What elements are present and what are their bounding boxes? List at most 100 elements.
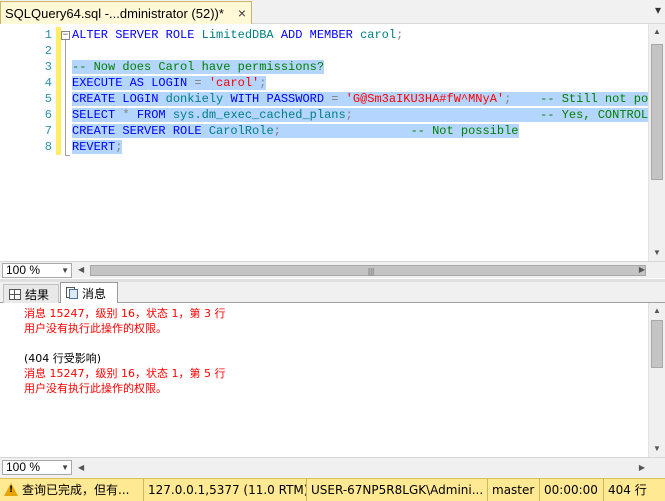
change-tracking-bar: [56, 27, 61, 155]
code-token: -- Still not poss: [540, 92, 663, 106]
outline-line: [65, 40, 66, 156]
error-message-line: 用户没有执行此操作的权限。: [24, 382, 167, 395]
collapse-icon[interactable]: −: [61, 31, 70, 40]
line-number: 8: [44, 140, 52, 154]
server-info: 127.0.0.1,5377 (11.0 RTM): [143, 479, 306, 501]
editor-vertical-scrollbar[interactable]: ▲ ▼: [648, 24, 665, 261]
query-status: ! 查询已完成，但有...: [0, 479, 140, 501]
scroll-right-icon[interactable]: ▶: [639, 265, 645, 275]
messages-zoom-bar: 100 % ▼ ◀ ▶: [0, 457, 665, 478]
code-token: -- Not possible: [410, 124, 519, 138]
result-tabs: 结果 消息: [0, 282, 665, 304]
scroll-down-icon[interactable]: ▼: [653, 444, 661, 454]
code-token: carol: [360, 28, 397, 42]
document-tab-strip: SQLQuery64.sql -...dministrator (52))* ×…: [0, 0, 665, 24]
outline-end: [65, 155, 70, 156]
code-token: SELECT: [72, 108, 123, 122]
line-number: 2: [44, 44, 52, 58]
code-line[interactable]: CREATE SERVER ROLE CarolRole; -- Not pos…: [72, 123, 647, 139]
code-token: =: [331, 92, 346, 106]
line-number-gutter: 1 2 3 4 5 6 7 8: [0, 27, 52, 155]
editor-horizontal-scrollbar[interactable]: ◀ ||| ▶: [76, 263, 647, 278]
messages-vertical-scrollbar[interactable]: ▲ ▼: [648, 303, 665, 457]
code-line[interactable]: ALTER SERVER ROLE LimitedDBA ADD MEMBER …: [72, 27, 647, 43]
code-token: =: [194, 76, 209, 90]
code-token: REVERT: [72, 140, 116, 154]
message-line: (404 行受影响): [24, 352, 102, 365]
code-line[interactable]: -- Now does Carol have permissions?: [72, 59, 647, 75]
grid-icon: [9, 289, 21, 300]
editor-zoom-bar: 100 % ▼ ◀ ||| ▶: [0, 261, 665, 278]
database-name: master: [487, 479, 539, 501]
code-token: 'G@Sm3aIKU3HA#fW^MNyA': [345, 92, 505, 106]
code-token: -- Now does Carol have permissions?: [72, 60, 325, 74]
editor-zoom-value: 100 %: [6, 263, 41, 277]
code-token: CREATE LOGIN: [72, 92, 166, 106]
code-line[interactable]: SELECT * FROM sys.dm_exec_cached_plans; …: [72, 107, 649, 123]
code-token: 'carol': [208, 76, 260, 90]
query-editor[interactable]: 1 2 3 4 5 6 7 8 − ALTER SERVER ROLE LimitedDBA …: [0, 24, 665, 261]
status-bar: ! 查询已完成，但有... 127.0.0.1,5377 (11.0 RTM) …: [0, 478, 665, 501]
chevron-down-icon[interactable]: ▼: [61, 461, 69, 474]
scroll-up-icon[interactable]: ▲: [653, 306, 661, 316]
line-number: 4: [44, 76, 52, 90]
code-token: ;: [396, 28, 404, 42]
tab-messages-label: 消息: [82, 286, 107, 301]
messages-zoom-select[interactable]: 100 % ▼: [2, 460, 72, 475]
row-count: 404 行: [603, 479, 665, 501]
scroll-down-icon[interactable]: ▼: [653, 248, 661, 258]
tab-messages[interactable]: 消息: [60, 282, 118, 304]
messages-zoom-value: 100 %: [6, 460, 41, 474]
query-status-text: 查询已完成，但有...: [22, 483, 130, 497]
code-token: LimitedDBA: [201, 28, 281, 42]
code-token: FROM: [136, 108, 173, 122]
document-tab-title: SQLQuery64.sql -...dministrator (52))*: [5, 5, 224, 21]
code-token: ;: [259, 76, 267, 90]
messages-pane[interactable]: 消息 15247，级别 16，状态 1，第 3 行用户没有执行此操作的权限。 (4…: [0, 303, 648, 457]
code-token: EXECUTE AS LOGIN: [72, 76, 195, 90]
code-line[interactable]: REVERT;: [72, 139, 647, 155]
scroll-up-icon[interactable]: ▲: [653, 27, 661, 37]
elapsed-time: 00:00:00: [539, 479, 603, 501]
error-message-line: 消息 15247，级别 16，状态 1，第 3 行: [24, 307, 226, 320]
code-token: ;: [345, 108, 353, 122]
code-token: ALTER SERVER ROLE: [72, 28, 202, 42]
scroll-thumb[interactable]: |||: [90, 265, 646, 276]
code-token: CREATE SERVER ROLE: [72, 124, 209, 138]
line-number: 7: [44, 124, 52, 138]
code-token: ;: [115, 140, 123, 154]
scroll-left-icon[interactable]: ◀: [78, 265, 84, 275]
message-icon: [66, 287, 78, 299]
scroll-thumb[interactable]: [651, 320, 663, 368]
code-line[interactable]: CREATE LOGIN donkiely WITH PASSWORD = 'G…: [72, 91, 663, 107]
code-area[interactable]: ALTER SERVER ROLE LimitedDBA ADD MEMBER …: [72, 27, 663, 155]
line-number: 6: [44, 108, 52, 122]
code-token: WITH PASSWORD: [230, 92, 332, 106]
messages-horizontal-scrollbar[interactable]: ◀ ▶: [76, 461, 647, 476]
chevron-down-icon[interactable]: ▼: [61, 264, 69, 277]
line-number: 1: [44, 28, 52, 42]
grip-icon: |||: [368, 267, 375, 276]
close-icon[interactable]: ×: [238, 5, 246, 21]
tab-results-label: 结果: [25, 288, 50, 302]
code-token: *: [122, 108, 137, 122]
line-number: 3: [44, 60, 52, 74]
line-number: 5: [44, 92, 52, 106]
scroll-left-icon[interactable]: ◀: [78, 463, 84, 473]
user-info: USER-67NP5R8LGK\Admini...: [306, 479, 487, 501]
code-token: CarolRole: [208, 124, 274, 138]
code-line[interactable]: EXECUTE AS LOGIN = 'carol';: [72, 75, 647, 91]
scroll-thumb[interactable]: [651, 44, 663, 180]
chevron-down-icon[interactable]: ▾: [655, 3, 661, 17]
code-token: ;: [273, 124, 281, 138]
code-line[interactable]: [72, 43, 647, 59]
scroll-right-icon[interactable]: ▶: [639, 463, 645, 473]
editor-zoom-select[interactable]: 100 % ▼: [2, 263, 72, 278]
tab-results[interactable]: 结果: [3, 284, 59, 304]
code-token: ADD MEMBER: [280, 28, 361, 42]
error-message-line: 消息 15247，级别 16，状态 1，第 5 行: [24, 367, 226, 380]
document-tab[interactable]: SQLQuery64.sql -...dministrator (52))* ×: [0, 1, 252, 24]
